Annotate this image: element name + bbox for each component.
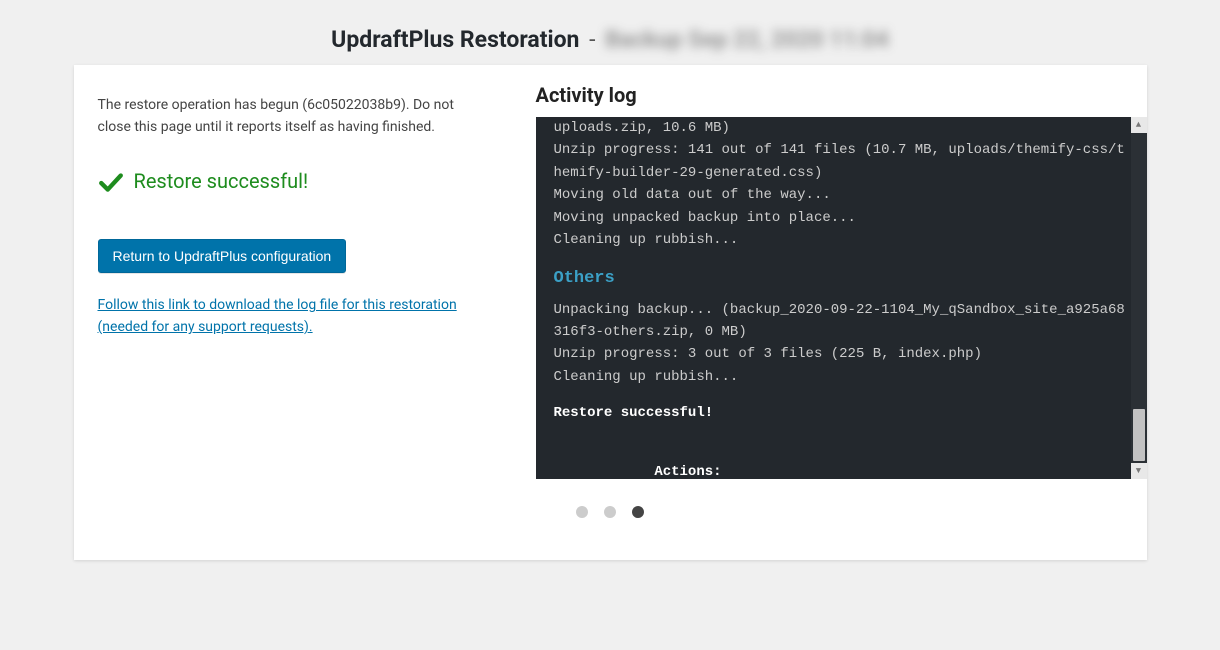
title-separator: -	[589, 26, 595, 53]
restore-success-label: Restore successful!	[134, 166, 309, 197]
page-title: UpdraftPlus Restoration	[331, 26, 579, 53]
restore-success-status: Restore successful!	[98, 166, 486, 197]
log-line: Cleaning up rubbish...	[554, 366, 1129, 388]
return-to-config-button[interactable]: Return to UpdraftPlus configuration	[98, 239, 347, 273]
activity-log-heading: Activity log	[536, 83, 1147, 107]
activity-column: Activity log uploads.zip, 10.6 MB)Unzip …	[510, 65, 1147, 479]
log-success-line: Restore successful!	[554, 402, 1129, 424]
restore-panel: The restore operation has begun (6c05022…	[74, 65, 1147, 560]
step-dot-1[interactable]	[576, 506, 588, 518]
activity-log-terminal[interactable]: uploads.zip, 10.6 MB)Unzip progress: 141…	[536, 117, 1147, 479]
log-actions-label: Actions:	[654, 464, 721, 479]
status-column: The restore operation has begun (6c05022…	[74, 65, 510, 479]
step-dot-3[interactable]	[632, 506, 644, 518]
log-line: Moving unpacked backup into place...	[554, 207, 1129, 229]
log-line: Unpacking backup... (backup_2020-09-22-1…	[554, 299, 1129, 344]
log-line: Unzip progress: 3 out of 3 files (225 B,…	[554, 343, 1129, 365]
step-indicator	[74, 479, 1147, 560]
scrollbar-track[interactable]: ▲ ▼	[1131, 117, 1147, 479]
backup-subtitle: Backup Sep 22, 2020 11:04	[605, 26, 889, 53]
download-log-link[interactable]: Follow this link to download the log fil…	[98, 295, 486, 338]
step-dot-2[interactable]	[604, 506, 616, 518]
check-icon	[98, 169, 124, 195]
restore-begun-message: The restore operation has begun (6c05022…	[98, 95, 486, 138]
chevron-up-icon[interactable]: ▲	[1131, 117, 1147, 133]
chevron-down-icon[interactable]: ▼	[1131, 463, 1147, 479]
page-header: UpdraftPlus Restoration - Backup Sep 22,…	[0, 0, 1220, 65]
scrollbar-thumb[interactable]	[1133, 409, 1145, 461]
log-line: Unzip progress: 141 out of 141 files (10…	[554, 139, 1129, 184]
log-section-heading: Others	[554, 265, 1129, 292]
log-line: Moving old data out of the way...	[554, 184, 1129, 206]
log-line: Cleaning up rubbish...	[554, 229, 1129, 251]
log-line: uploads.zip, 10.6 MB)	[554, 117, 1129, 139]
